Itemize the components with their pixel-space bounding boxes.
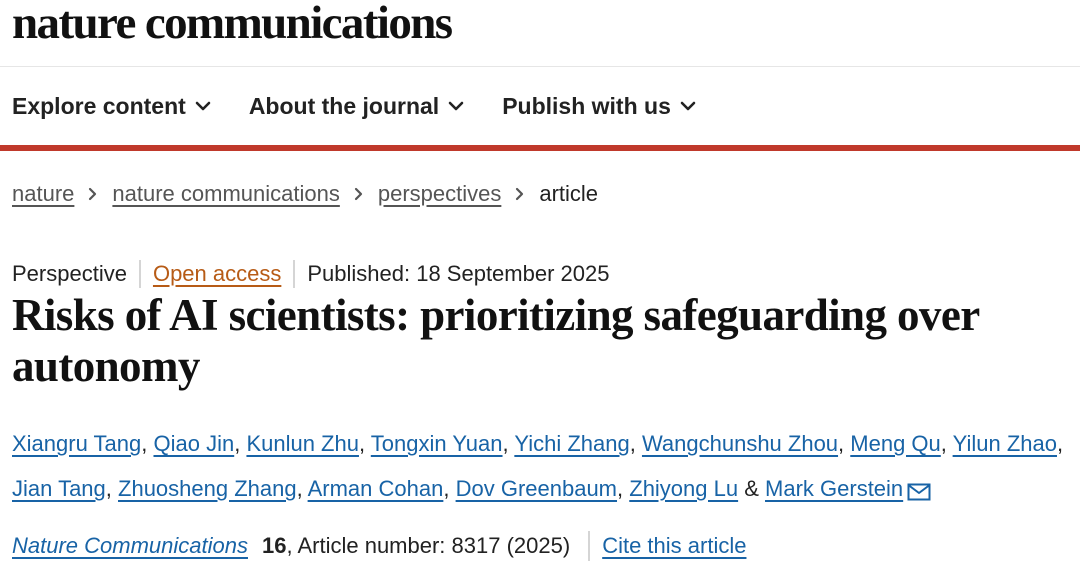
chevron-right-icon [515,187,525,201]
mail-icon[interactable] [907,471,931,516]
author-link[interactable]: Dov Greenbaum [456,476,617,501]
author-separator: , [502,431,515,456]
nav-explore-content[interactable]: Explore content [12,93,211,120]
article-number: , Article number: 8317 (2025) [286,533,571,558]
site-logo[interactable]: nature communications [12,0,453,50]
article-type: Perspective [12,261,127,286]
author-separator: , [1056,431,1064,456]
author-link[interactable]: Qiao Jin [153,431,234,456]
article-title: Risks of AI scientists: prioritizing saf… [12,290,979,391]
author-link[interactable]: Zhuosheng Zhang [118,476,297,501]
chevron-down-icon [680,101,696,111]
author-link[interactable]: Wangchunshu Zhou [642,431,838,456]
breadcrumb-nature-communications[interactable]: nature communications [112,181,339,207]
author-link[interactable]: Yichi Zhang [514,431,629,456]
author-separator: , [141,431,154,456]
breadcrumb-perspectives[interactable]: perspectives [378,181,502,207]
author-link[interactable]: Jian Tang [12,476,106,501]
cite-this-article-link[interactable]: Cite this article [602,533,746,559]
chevron-right-icon [354,187,364,201]
divider [293,260,296,288]
divider [138,260,141,288]
open-access-link[interactable]: Open access [153,261,281,287]
citation-line: Nature Communications 16 , Article numbe… [12,529,746,563]
author-separator: , [296,476,308,501]
accent-bar [0,145,1080,151]
author-link[interactable]: Zhiyong Lu [629,476,738,501]
nav-item-label: Publish with us [502,92,671,119]
author-link[interactable]: Arman Cohan [308,476,444,501]
author-link[interactable]: Meng Qu [850,431,941,456]
author-separator: , [940,431,953,456]
site-header: nature communications [0,0,1080,67]
chevron-down-icon [448,101,464,111]
nav-about-the-journal[interactable]: About the journal [249,93,464,120]
nav-item-label: About the journal [248,92,440,119]
nav-publish-with-us[interactable]: Publish with us [502,93,696,120]
author-separator: , [234,431,247,456]
chevron-down-icon [195,101,211,111]
author-link[interactable]: Xiangru Tang [12,431,141,456]
author-link[interactable]: Yilun Zhao [953,431,1057,456]
breadcrumb: nature nature communications perspective… [12,181,598,207]
breadcrumb-nature[interactable]: nature [12,181,74,207]
published-date: Published: 18 September 2025 [307,261,610,286]
breadcrumb-current: article [539,181,599,206]
author-link[interactable]: Kunlun Zhu [246,431,359,456]
journal-link[interactable]: Nature Communications [12,533,248,559]
divider [588,531,591,561]
volume: 16 [261,533,287,558]
main-nav: Explore content About the journal Publis… [0,67,1080,145]
author-link[interactable]: Tongxin Yuan [371,431,503,456]
chevron-right-icon [88,187,98,201]
author-link[interactable]: Mark Gerstein [765,476,903,501]
author-separator: , [629,431,642,456]
author-separator: , [443,476,456,501]
author-separator: , [105,476,119,501]
author-list: Xiangru Tang, Qiao Jin, Kunlun Zhu, Tong… [12,421,1078,516]
author-separator: , [838,431,851,456]
nav-item-label: Explore content [12,92,186,119]
article-meta: Perspective Open access Published: 18 Se… [12,259,609,289]
author-separator: , [617,476,630,501]
author-joiner: & [738,476,766,501]
author-separator: , [358,431,371,456]
